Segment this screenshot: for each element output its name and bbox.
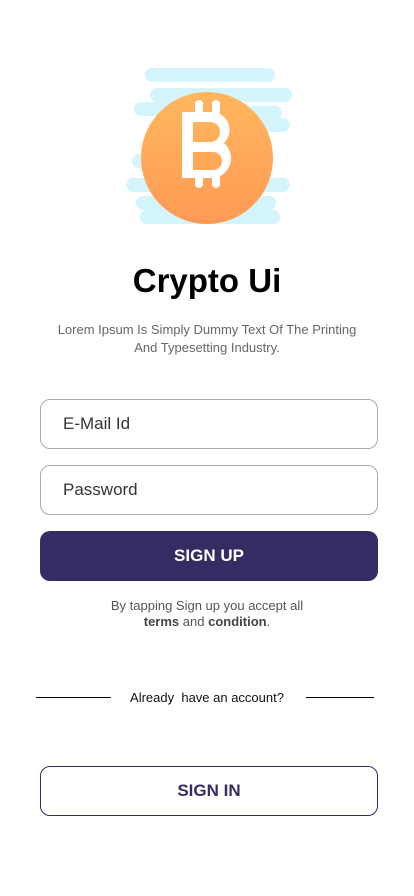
email-field[interactable]: E-Mail Id: [40, 399, 378, 449]
subtitle: Lorem Ipsum Is Simply Dummy Text Of The …: [40, 321, 374, 357]
bitcoin-logo: [126, 68, 292, 224]
terms-link[interactable]: terms: [144, 614, 179, 629]
subtitle-line-2: And Typesetting Industry.: [134, 340, 280, 355]
terms-line: By tapping Sign up you accept all: [110, 598, 304, 613]
divider-right: [306, 697, 374, 698]
page-title: Crypto Ui: [132, 262, 282, 299]
already-label: Already have an account?: [130, 690, 284, 705]
period: .: [266, 614, 271, 629]
password-field[interactable]: Password: [40, 465, 378, 515]
and-text: and: [182, 614, 205, 629]
password-placeholder: Password: [63, 480, 138, 499]
subtitle-line-1: Lorem Ipsum Is Simply Dummy Text Of The …: [57, 322, 357, 337]
email-placeholder: E-Mail Id: [63, 414, 131, 433]
terms-text: By tapping Sign up you accept all terms …: [0, 598, 414, 630]
condition-link[interactable]: condition: [208, 614, 267, 629]
sign-up-button[interactable]: SIGN UP: [40, 531, 378, 581]
sign-in-button[interactable]: SIGN IN: [40, 766, 378, 816]
